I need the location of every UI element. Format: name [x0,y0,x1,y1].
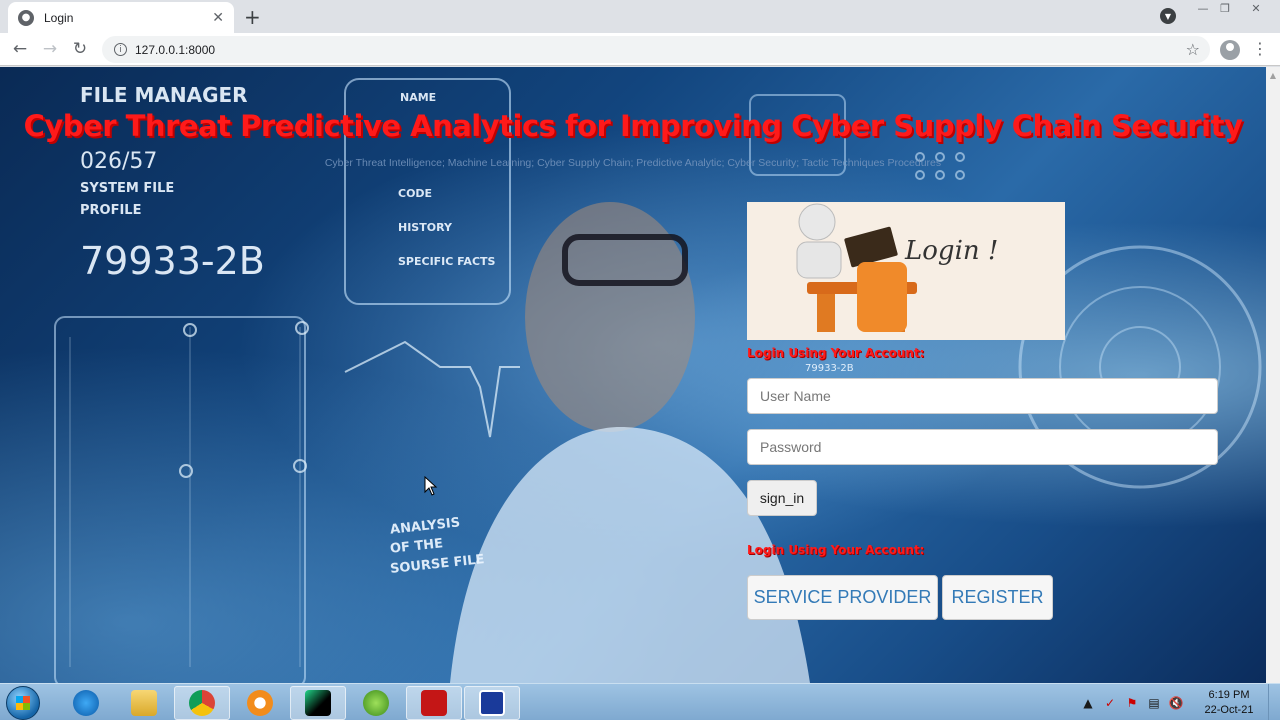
hud-code-small: 79933-2B [805,363,854,374]
hud-profile: PROFILE [80,203,142,218]
scroll-up-icon[interactable]: ▲ [1266,67,1280,83]
tab-strip: ● Login ✕ + ▼ — ❐ ✕ [0,0,1280,33]
hud-name-label: NAME [400,91,437,104]
service-provider-button[interactable]: SERVICE PROVIDER [747,575,938,620]
ie-icon [73,690,99,716]
password-input[interactable] [747,429,1218,465]
chrome-icon [189,690,215,716]
hud-specific-facts: SPECIFIC FACTS [398,255,496,268]
clock[interactable]: 6:19 PM 22-Oct-21 [1196,688,1262,718]
hud-system-file: SYSTEM FILE [80,181,175,196]
taskbar-ie[interactable] [58,686,114,720]
explorer-icon [131,690,157,716]
pycharm-icon [305,690,331,716]
network-icon[interactable]: ▤ [1146,695,1162,711]
person-at-laptop-icon [796,203,917,332]
menu-icon[interactable]: ⋮ [1252,39,1268,58]
taskbar: ▲ ✓ ⚑ ▤ 🔇 6:19 PM 22-Oct-21 [0,683,1280,720]
system-tray: ▲ ✓ ⚑ ▤ 🔇 [1080,684,1184,720]
register-button[interactable]: REGISTER [942,575,1053,620]
back-icon[interactable]: ← [10,39,30,59]
reload-icon[interactable]: ↻ [70,39,90,59]
login-illustration: Login ! [747,202,1065,340]
hud-code-label: CODE [398,187,433,200]
window-close-icon[interactable]: ✕ [1236,0,1276,16]
taskbar-explorer[interactable] [116,686,172,720]
login-label: Login Using Your Account: [747,346,925,360]
profile-icon[interactable] [1220,40,1240,60]
app-icon [363,690,389,716]
minimize-icon[interactable]: — [1192,0,1214,16]
url-text[interactable]: 127.0.0.1:8000 [135,43,1186,57]
forward-icon[interactable]: → [40,39,60,59]
start-button[interactable] [6,686,40,720]
sign-in-button[interactable]: sign_in [747,480,817,516]
username-input[interactable] [747,378,1218,414]
show-hidden-icons-icon[interactable]: ▲ [1080,695,1096,711]
clock-time: 6:19 PM [1208,689,1250,701]
page-title: Cyber Threat Predictive Analytics for Im… [23,109,1243,143]
taskbar-pycharm[interactable] [290,686,346,720]
page-viewport: FILE MANAGER 026/57 SYSTEM FILE PROFILE … [0,67,1266,683]
login-image-text: Login ! [905,236,999,266]
app-icon [479,690,505,716]
acrobat-icon [421,690,447,716]
new-tab-icon[interactable]: + [244,5,261,29]
star-icon[interactable]: ☆ [1186,40,1200,59]
taskbar-acrobat[interactable] [406,686,462,720]
tab-title: Login [44,10,74,25]
browser-tab-login[interactable]: ● Login ✕ [8,2,234,33]
tray-app-icon[interactable]: ✓ [1102,695,1118,711]
mouse-cursor-icon [424,476,438,496]
page-scrollbar[interactable] [1266,67,1280,683]
app-icon [247,690,273,716]
show-desktop-button[interactable] [1268,684,1280,720]
volume-muted-icon[interactable]: 🔇 [1168,695,1184,711]
login-label-secondary: Login Using Your Account: [747,543,925,557]
globe-icon: ● [18,9,34,26]
taskbar-app-orange[interactable] [232,686,288,720]
info-icon[interactable]: i [114,43,127,56]
address-bar[interactable]: i 127.0.0.1:8000 ☆ [102,36,1210,63]
browser-toolbar: ← → ↻ i 127.0.0.1:8000 ☆ ⋮ [0,33,1280,66]
tab-search-icon[interactable]: ▼ [1160,8,1176,24]
taskbar-chrome[interactable] [174,686,230,720]
hud-file-manager: FILE MANAGER [80,83,248,107]
tray-flag-icon[interactable]: ⚑ [1124,695,1140,711]
hud-history-label: HISTORY [398,221,452,234]
taskbar-app-green[interactable] [348,686,404,720]
hud-code: 79933-2B [80,239,265,283]
close-icon[interactable]: ✕ [212,10,224,26]
clock-date: 22-Oct-21 [1204,704,1254,716]
maximize-icon[interactable]: ❐ [1214,0,1236,16]
taskbar-app-blue[interactable] [464,686,520,720]
page-subtitle: Cyber Threat Intelligence; Machine Learn… [324,157,942,169]
